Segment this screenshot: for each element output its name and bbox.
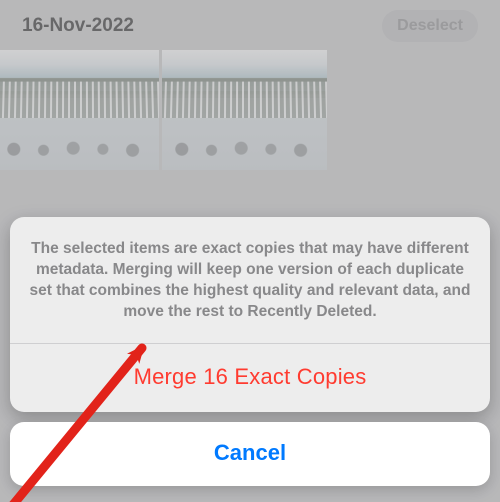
cancel-button[interactable]: Cancel <box>10 422 490 486</box>
header-bar: 16-Nov-2022 Deselect <box>0 0 500 48</box>
cancel-card: Cancel <box>10 422 490 486</box>
photo-thumbnail[interactable] <box>162 50 327 170</box>
action-sheet-message: The selected items are exact copies that… <box>10 217 490 343</box>
photo-thumbnail[interactable] <box>0 50 159 170</box>
merge-button[interactable]: Merge 16 Exact Copies <box>10 344 490 412</box>
date-title: 16-Nov-2022 <box>22 15 134 37</box>
action-sheet-card: The selected items are exact copies that… <box>10 217 490 412</box>
duplicate-thumbnails <box>0 50 500 170</box>
action-sheet: The selected items are exact copies that… <box>0 217 500 502</box>
deselect-button[interactable]: Deselect <box>382 10 478 42</box>
